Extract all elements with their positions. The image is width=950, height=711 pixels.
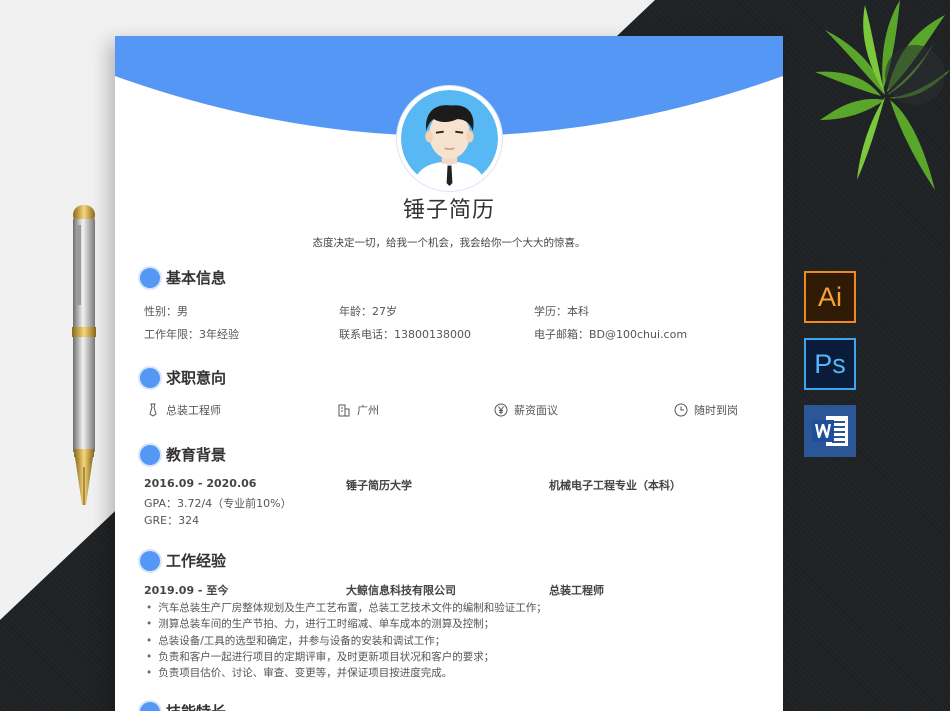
illustrator-icon: Ai	[804, 271, 856, 323]
work-duty-item: 汽车总装生产厂房整体规划及生产工艺布置，总装工艺技术文件的编制和验证工作；	[146, 600, 547, 616]
section-bullet-icon	[140, 444, 160, 465]
avatar	[397, 86, 502, 191]
info-email: 电子邮箱：BD@100chui.com	[534, 328, 688, 341]
edu-period: 2016.09 - 2020.06	[144, 477, 257, 490]
work-duties: 汽车总装生产厂房整体规划及生产工艺布置，总装工艺技术文件的编制和验证工作； 测算…	[146, 600, 547, 681]
intent-availability: 随时到岗	[674, 402, 738, 418]
info-years: 工作年限：3年经验	[144, 328, 239, 341]
tie-icon	[149, 403, 157, 417]
section-title: 基本信息	[166, 269, 227, 287]
info-degree: 学历：本科	[534, 305, 589, 318]
section-skills: 技能特长	[140, 701, 226, 711]
resume-motto: 态度决定一切，给我一个机会，我会给你一个大大的惊喜。	[312, 237, 586, 249]
info-gender: 性别：男	[144, 305, 188, 318]
resume-title: 锤子简历	[402, 198, 495, 223]
photoshop-icon: Ps	[804, 338, 856, 390]
section-bullet-icon	[140, 701, 160, 711]
clock-icon	[674, 403, 688, 417]
work-period: 2019.09 - 至今	[144, 584, 229, 597]
info-age: 年龄：27岁	[339, 305, 397, 318]
section-title: 求职意向	[166, 369, 227, 387]
building-icon	[338, 404, 350, 417]
resume-paper: 锤子简历 态度决定一切，给我一个机会，我会给你一个大大的惊喜。 基本信息 性别：…	[115, 36, 783, 711]
edu-major: 机械电子工程专业（本科）	[549, 479, 681, 492]
edu-gpa: GPA：3.72/4（专业前10%）	[144, 497, 292, 510]
intent-city: 广州	[337, 402, 379, 418]
edu-school: 锤子简历大学	[346, 479, 412, 492]
yen-icon	[494, 403, 508, 417]
section-basic-info: 基本信息	[140, 267, 226, 288]
section-bullet-icon	[140, 267, 160, 288]
work-duty-item: 负责和客户一起进行项目的定期评审，及时更新项目状况和客户的要求；	[146, 649, 547, 665]
section-bullet-icon	[140, 550, 160, 571]
info-phone: 联系电话：13800138000	[339, 328, 471, 341]
pen-decoration	[72, 205, 96, 505]
intent-city-label: 广州	[357, 404, 379, 417]
work-duty-item: 负责项目估价、讨论、审查、变更等，并保证项目按进度完成。	[146, 665, 547, 681]
section-work: 工作经验	[140, 550, 226, 571]
word-icon	[804, 405, 856, 457]
section-bullet-icon	[140, 367, 160, 388]
edu-gre: GRE：324	[144, 514, 200, 527]
section-title: 教育背景	[166, 446, 227, 464]
intent-salary-label: 薪资面议	[514, 404, 558, 417]
section-title: 技能特长	[166, 701, 226, 711]
intent-position-label: 总装工程师	[166, 404, 221, 417]
section-education: 教育背景	[140, 444, 226, 465]
work-company: 大鲸信息科技有限公司	[346, 584, 456, 597]
section-title: 工作经验	[166, 552, 227, 570]
plant-decoration	[815, 0, 950, 190]
intent-salary: 薪资面议	[494, 402, 558, 418]
work-duty-item: 总装设备/工具的选型和确定，并参与设备的安装和调试工作；	[146, 633, 547, 649]
section-job-intent: 求职意向	[140, 367, 226, 388]
intent-position: 总装工程师	[146, 402, 221, 418]
work-duty-item: 测算总装车间的生产节拍、力，进行工时缩减、单车成本的测算及控制；	[146, 616, 547, 632]
work-role: 总装工程师	[549, 584, 604, 597]
intent-availability-label: 随时到岗	[694, 404, 738, 417]
